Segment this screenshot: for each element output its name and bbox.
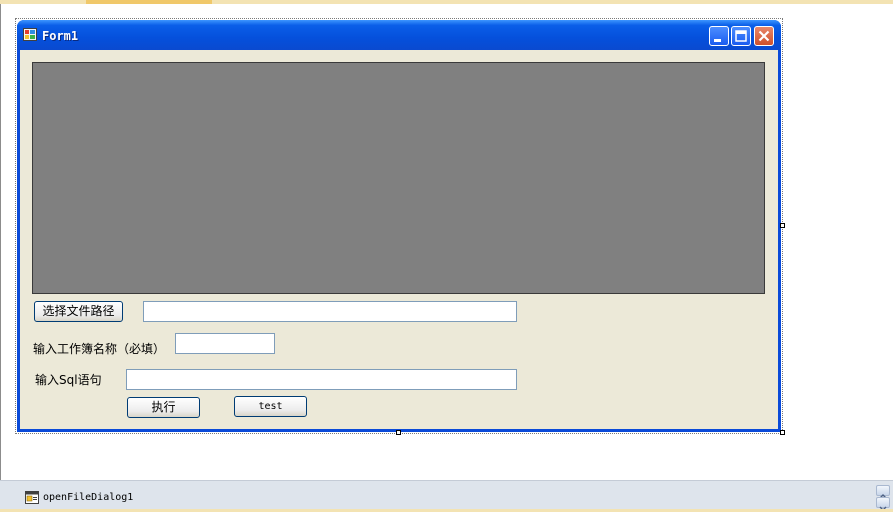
designer-left-border	[0, 4, 1, 480]
close-icon	[758, 30, 770, 42]
resize-handle-corner[interactable]	[780, 430, 785, 435]
sql-input[interactable]	[126, 369, 517, 390]
open-file-dialog-component[interactable]: openFileDialog1	[43, 492, 133, 503]
open-file-dialog-icon	[25, 491, 39, 504]
grid-panel[interactable]	[32, 62, 765, 294]
test-button[interactable]: test	[234, 396, 307, 417]
select-file-path-button[interactable]: 选择文件路径	[34, 301, 123, 322]
workbook-name-input[interactable]	[175, 333, 275, 354]
file-path-input[interactable]	[143, 301, 517, 322]
minimize-button[interactable]	[709, 26, 729, 46]
maximize-button[interactable]	[731, 26, 751, 46]
workbook-name-label: 输入工作簿名称（必填）	[33, 342, 166, 356]
tray-scroll-up-button[interactable]	[876, 485, 890, 499]
title-bar[interactable]: Form1	[17, 20, 781, 50]
maximize-icon	[735, 30, 747, 42]
resize-handle-right[interactable]	[780, 223, 785, 228]
tray-scroll-down-button[interactable]	[876, 497, 890, 511]
form-client-area: 选择文件路径 输入工作簿名称（必填） 输入Sql语句 执行 test	[20, 50, 778, 429]
app-icon	[23, 28, 37, 41]
resize-handle-bottom[interactable]	[396, 430, 401, 435]
designer-tab-strip	[0, 0, 893, 4]
form1-window[interactable]: Form1 选择文件路径 输入工作簿名称（必填） 输入Sql语句 执行 test	[17, 20, 781, 432]
active-tab-highlight[interactable]	[86, 0, 212, 4]
execute-button[interactable]: 执行	[127, 397, 200, 418]
component-tray: openFileDialog1	[0, 480, 893, 512]
sql-label: 输入Sql语句	[35, 373, 102, 387]
window-title: Form1	[42, 29, 79, 43]
minimize-icon	[714, 39, 721, 42]
close-button[interactable]	[754, 26, 774, 46]
